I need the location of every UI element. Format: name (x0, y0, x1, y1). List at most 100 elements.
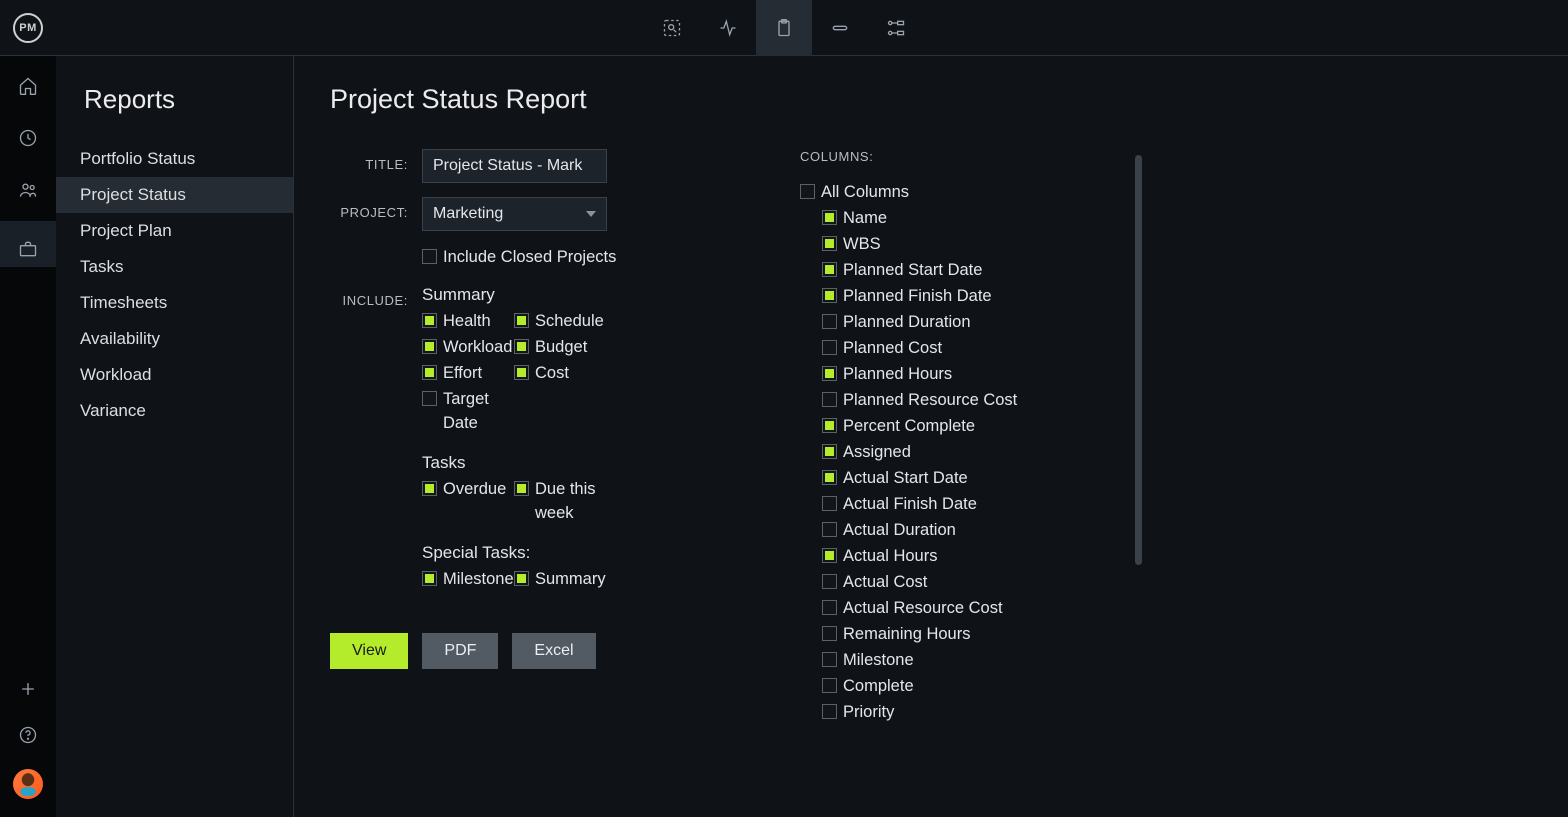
column-planned-start-date-label: Planned Start Date (843, 258, 982, 282)
column-planned-cost-label: Planned Cost (843, 336, 942, 360)
rail-time-icon[interactable] (16, 126, 40, 150)
excel-button[interactable]: Excel (512, 633, 595, 669)
rail-team-icon[interactable] (16, 178, 40, 202)
title-input[interactable] (422, 149, 607, 183)
column-planned-duration-label: Planned Duration (843, 310, 971, 334)
report-link-tasks[interactable]: Tasks (56, 249, 293, 285)
user-avatar[interactable] (13, 769, 43, 799)
report-link-workload[interactable]: Workload (56, 357, 293, 393)
project-select-value: Marketing (433, 205, 503, 223)
column-actual-start-date-label: Actual Start Date (843, 466, 968, 490)
column-actual-duration[interactable]: Actual Duration (822, 518, 1120, 542)
columns-label: COLUMNS: (800, 149, 1120, 164)
project-select[interactable]: Marketing (422, 197, 607, 231)
include-special-milestones[interactable]: Milestones (422, 567, 514, 591)
column-remaining-hours[interactable]: Remaining Hours (822, 622, 1120, 646)
column-milestone-label: Milestone (843, 648, 914, 672)
column-priority[interactable]: Priority (822, 700, 1120, 724)
column-actual-start-date[interactable]: Actual Start Date (822, 466, 1120, 490)
include-summary-schedule-label: Schedule (535, 309, 604, 333)
report-link-project-status[interactable]: Project Status (56, 177, 293, 213)
include-tasks-due-this-week[interactable]: Due this week (514, 477, 606, 525)
column-planned-hours[interactable]: Planned Hours (822, 362, 1120, 386)
column-planned-finish-date[interactable]: Planned Finish Date (822, 284, 1120, 308)
column-actual-resource-cost-label: Actual Resource Cost (843, 596, 1003, 620)
include-closed-label: Include Closed Projects (443, 245, 616, 269)
chevron-down-icon (586, 211, 596, 217)
rail-help-icon[interactable] (16, 723, 40, 747)
include-label: INCLUDE: (330, 285, 422, 308)
report-link-variance[interactable]: Variance (56, 393, 293, 429)
rail-home-icon[interactable] (16, 74, 40, 98)
topbar: PM (0, 0, 1568, 56)
include-special-summary-label: Summary (535, 567, 606, 591)
include-summary-effort[interactable]: Effort (422, 361, 514, 385)
column-actual-hours-label: Actual Hours (843, 544, 937, 568)
include-tasks-overdue-label: Overdue (443, 477, 506, 501)
include-summary-cost-label: Cost (535, 361, 569, 385)
pdf-button[interactable]: PDF (422, 633, 498, 669)
include-summary-workload-label: Workload (443, 335, 512, 359)
report-link-timesheets[interactable]: Timesheets (56, 285, 293, 321)
column-planned-resource-cost[interactable]: Planned Resource Cost (822, 388, 1120, 412)
view-button[interactable]: View (330, 633, 408, 669)
column-planned-finish-date-label: Planned Finish Date (843, 284, 992, 308)
reports-panel: Reports Portfolio StatusProject StatusPr… (56, 56, 294, 817)
report-link-portfolio-status[interactable]: Portfolio Status (56, 141, 293, 177)
include-special-milestones-label: Milestones (443, 567, 522, 591)
column-planned-start-date[interactable]: Planned Start Date (822, 258, 1120, 282)
column-priority-label: Priority (843, 700, 894, 724)
column-actual-finish-date[interactable]: Actual Finish Date (822, 492, 1120, 516)
include-special-summary[interactable]: Summary (514, 567, 606, 591)
column-wbs[interactable]: WBS (822, 232, 1120, 256)
include-summary-health-label: Health (443, 309, 491, 333)
include-summary-effort-label: Effort (443, 361, 482, 385)
report-link-project-plan[interactable]: Project Plan (56, 213, 293, 249)
column-actual-resource-cost[interactable]: Actual Resource Cost (822, 596, 1120, 620)
column-assigned-label: Assigned (843, 440, 911, 464)
title-label: TITLE: (330, 149, 422, 172)
include-summary-health[interactable]: Health (422, 309, 514, 333)
topbar-view-switch (644, 0, 924, 55)
include-summary-schedule[interactable]: Schedule (514, 309, 606, 333)
include-summary-target-date-label: Target Date (443, 387, 514, 435)
column-wbs-label: WBS (843, 232, 881, 256)
column-planned-cost[interactable]: Planned Cost (822, 336, 1120, 360)
report-link-availability[interactable]: Availability (56, 321, 293, 357)
include-tasks-due-this-week-label: Due this week (535, 477, 606, 525)
column-name[interactable]: Name (822, 206, 1120, 230)
topnav-link-icon[interactable] (812, 0, 868, 56)
rail-briefcase-icon[interactable] (0, 221, 56, 267)
column-percent-complete[interactable]: Percent Complete (822, 414, 1120, 438)
column-complete[interactable]: Complete (822, 674, 1120, 698)
include-summary-workload[interactable]: Workload (422, 335, 514, 359)
column-milestone[interactable]: Milestone (822, 648, 1120, 672)
include-summary-target-date[interactable]: Target Date (422, 387, 514, 435)
column-actual-finish-date-label: Actual Finish Date (843, 492, 977, 516)
column-planned-duration[interactable]: Planned Duration (822, 310, 1120, 334)
include-summary-budget-label: Budget (535, 335, 587, 359)
all-columns-label: All Columns (821, 180, 909, 204)
all-columns-checkbox[interactable]: All Columns (800, 180, 1120, 204)
include-tasks-overdue[interactable]: Overdue (422, 477, 514, 525)
column-actual-hours[interactable]: Actual Hours (822, 544, 1120, 568)
include-closed-checkbox[interactable]: Include Closed Projects (422, 245, 670, 269)
column-complete-label: Complete (843, 674, 914, 698)
include-summary-cost[interactable]: Cost (514, 361, 606, 385)
rail-add-icon[interactable] (16, 677, 40, 701)
include-summary-head: Summary (422, 285, 670, 305)
brand-badge: PM (13, 13, 43, 43)
column-actual-cost[interactable]: Actual Cost (822, 570, 1120, 594)
topnav-overview-icon[interactable] (644, 0, 700, 56)
column-remaining-hours-label: Remaining Hours (843, 622, 970, 646)
include-summary-budget[interactable]: Budget (514, 335, 606, 359)
columns-scrollbar[interactable] (1135, 155, 1142, 565)
column-assigned[interactable]: Assigned (822, 440, 1120, 464)
topnav-activity-icon[interactable] (700, 0, 756, 56)
include-tasks-head: Tasks (422, 453, 670, 473)
main-content: Project Status Report TITLE: PROJECT: Ma… (294, 56, 1568, 817)
topnav-flow-icon[interactable] (868, 0, 924, 56)
brand-logo[interactable]: PM (0, 13, 56, 43)
column-actual-cost-label: Actual Cost (843, 570, 927, 594)
topnav-clipboard-icon[interactable] (756, 0, 812, 56)
